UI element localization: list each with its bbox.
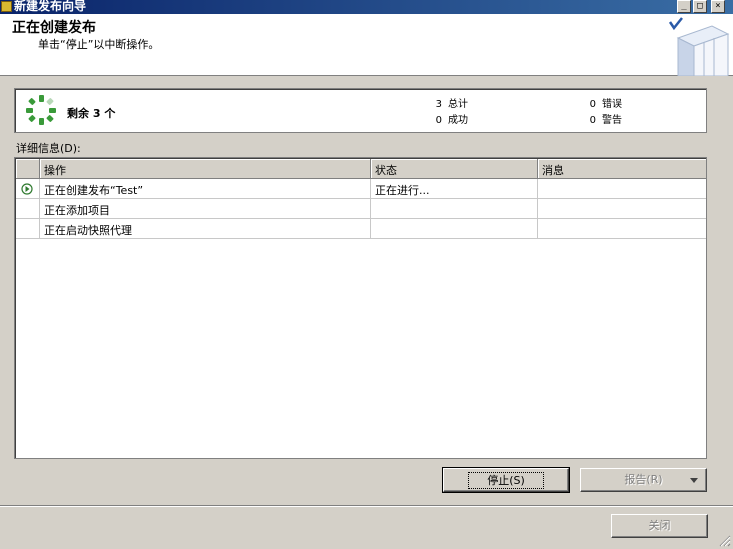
row-status — [371, 199, 538, 219]
column-header-action[interactable]: 操作 — [40, 159, 371, 179]
row-icon-cell — [16, 199, 40, 219]
dropdown-arrow-icon — [690, 478, 698, 483]
error-label: 错误 — [602, 99, 622, 110]
maximize-button[interactable]: □ — [693, 0, 707, 13]
warning-stat: 0 警告 — [584, 111, 622, 126]
stop-button-label: 停止(S) — [468, 472, 544, 489]
warning-label: 警告 — [602, 115, 622, 126]
table-row[interactable]: 正在添加项目 — [16, 199, 706, 219]
resize-grip-icon[interactable] — [719, 535, 731, 547]
header-icon-column — [16, 159, 40, 179]
report-button-label: 报告(R) — [624, 473, 663, 486]
app-icon — [1, 1, 12, 12]
details-label: 详细信息(D): — [16, 142, 81, 155]
minimize-button[interactable]: _ — [677, 0, 691, 13]
row-action: 正在启动快照代理 — [40, 219, 371, 239]
spinner-icon — [26, 95, 56, 125]
in-progress-arrow-icon — [21, 183, 33, 195]
row-message — [538, 199, 706, 219]
details-grid[interactable]: 操作 状态 消息 正在创建发布“Test” 正在进行... 正在添加项目 正在启… — [14, 157, 707, 459]
row-message — [538, 179, 706, 199]
total-label: 总计 — [448, 99, 468, 110]
row-icon-cell — [16, 179, 40, 199]
total-count: 3 — [435, 99, 442, 110]
row-icon-cell — [16, 219, 40, 239]
page-title: 正在创建发布 — [12, 20, 96, 36]
row-status: 正在进行... — [371, 179, 538, 199]
column-header-message[interactable]: 消息 — [538, 159, 706, 179]
warning-count: 0 — [589, 115, 596, 126]
column-header-status[interactable]: 状态 — [371, 159, 538, 179]
books-check-icon — [668, 17, 730, 76]
footer-separator — [0, 505, 733, 507]
row-action: 正在添加项目 — [40, 199, 371, 219]
table-row[interactable]: 正在创建发布“Test” 正在进行... — [16, 179, 706, 199]
total-stat: 3 总计 — [430, 95, 468, 110]
wizard-header: 正在创建发布 单击“停止”以中断操作。 — [0, 14, 733, 76]
remaining-count: 剩余 3 个 — [67, 107, 116, 120]
row-status — [371, 219, 538, 239]
success-label: 成功 — [448, 115, 468, 126]
error-stat: 0 错误 — [584, 95, 622, 110]
row-message — [538, 219, 706, 239]
title-bar: 新建发布向导 _ □ × — [0, 0, 733, 14]
success-stat: 0 成功 — [430, 111, 468, 126]
close-button[interactable]: 关闭 — [611, 514, 708, 538]
close-button-label: 关闭 — [648, 519, 671, 532]
table-row[interactable]: 正在启动快照代理 — [16, 219, 706, 239]
page-subtitle: 单击“停止”以中断操作。 — [38, 38, 160, 51]
stop-button[interactable]: 停止(S) — [442, 467, 570, 493]
grid-header: 操作 状态 消息 — [16, 159, 706, 179]
error-count: 0 — [589, 99, 596, 110]
row-action: 正在创建发布“Test” — [40, 179, 371, 199]
window-title: 新建发布向导 — [14, 0, 87, 13]
report-button[interactable]: 报告(R) — [580, 468, 707, 492]
success-count: 0 — [435, 115, 442, 126]
close-window-button[interactable]: × — [711, 0, 725, 13]
progress-summary: 剩余 3 个 3 总计 0 成功 0 错误 0 警告 — [14, 88, 707, 133]
